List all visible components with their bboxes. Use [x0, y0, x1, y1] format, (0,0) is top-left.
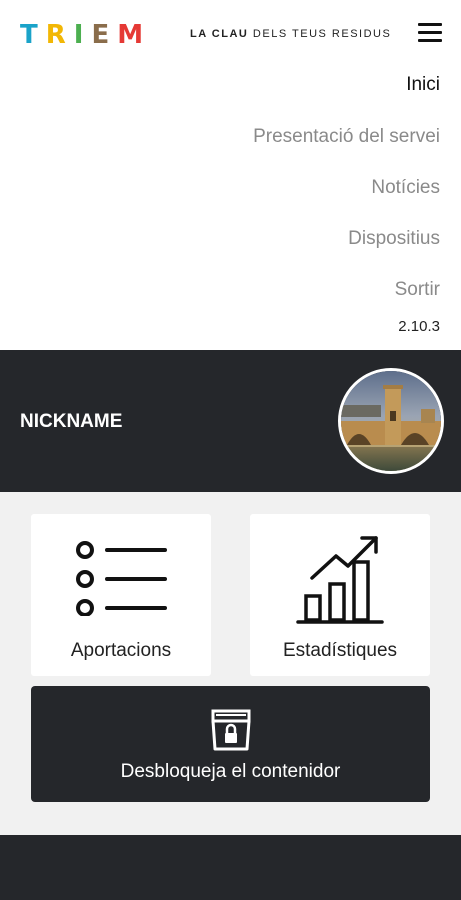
unlock-container-button[interactable]: Desbloqueja el contenidor — [31, 686, 430, 802]
triem-logo[interactable]: T R I E M — [20, 20, 146, 50]
app-version: 2.10.3 — [398, 318, 440, 335]
statistics-label: Estadístiques — [282, 640, 398, 661]
tagline-rest: DELS TEUS RESIDUS — [248, 28, 392, 40]
contributions-card[interactable]: Aportacions — [31, 514, 211, 676]
list-icon — [76, 541, 167, 616]
unlock-label: Desbloqueja el contenidor — [120, 761, 341, 782]
menu-item-sortir[interactable]: Sortir — [395, 279, 440, 301]
logo-letter-e: E — [91, 20, 112, 50]
bar-chart-icon — [296, 536, 384, 624]
tagline: LA CLAU DELS TEUS RESIDUS — [190, 28, 391, 40]
footer-bar — [0, 835, 461, 900]
profile-header: NICKNAME — [0, 350, 461, 492]
logo-letter-t: T — [20, 20, 40, 50]
menu-item-presentacio[interactable]: Presentació del servei — [253, 126, 440, 148]
contributions-label: Aportacions — [70, 640, 172, 661]
logo-letter-i: I — [73, 20, 86, 50]
hamburger-icon[interactable] — [418, 21, 442, 45]
dashboard: Aportacions Estadístiques Desbloqueja el… — [0, 492, 461, 835]
menu-item-inici[interactable]: Inici — [406, 74, 440, 96]
logo-letter-m: M — [117, 20, 146, 50]
avatar-photo — [341, 371, 441, 471]
menu-item-noticies[interactable]: Notícies — [371, 177, 440, 199]
avatar[interactable] — [338, 368, 444, 474]
logo-letter-r: R — [45, 20, 68, 50]
menu-item-dispositius[interactable]: Dispositius — [348, 228, 440, 250]
nickname: NICKNAME — [20, 411, 123, 432]
container-lock-icon — [211, 709, 251, 751]
statistics-card[interactable]: Estadístiques — [250, 514, 430, 676]
tagline-bold: LA CLAU — [190, 28, 249, 40]
nav-menu: Inici Presentació del servei Notícies Di… — [0, 60, 461, 350]
